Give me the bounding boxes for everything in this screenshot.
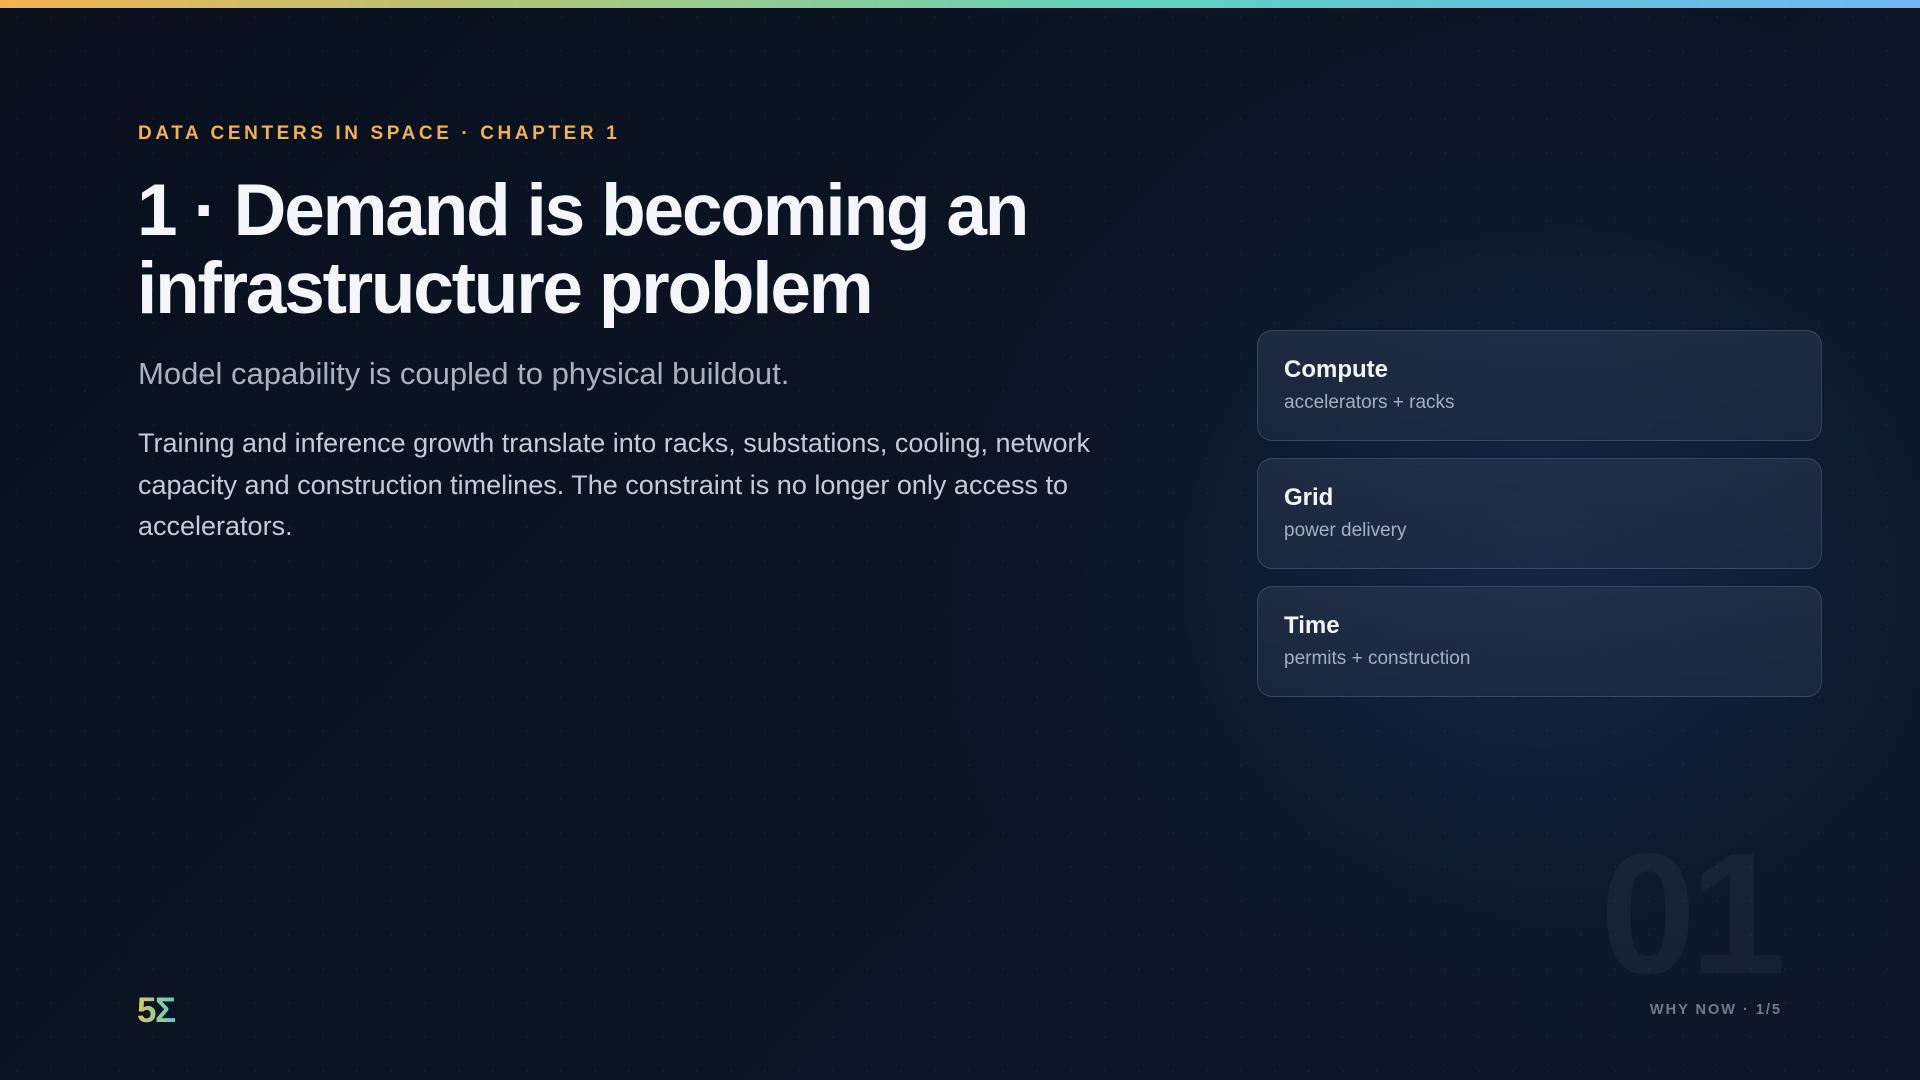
constraint-cards: Compute accelerators + racks Grid power … <box>1257 330 1822 714</box>
card-grid: Grid power delivery <box>1257 458 1822 569</box>
card-subtitle: permits + construction <box>1284 648 1471 669</box>
card-title: Time <box>1284 612 1340 639</box>
chapter-number-watermark: 01 <box>1600 818 1785 1010</box>
card-time: Time permits + construction <box>1257 586 1822 697</box>
card-subtitle: accelerators + racks <box>1284 392 1455 413</box>
card-compute: Compute accelerators + racks <box>1257 330 1822 441</box>
brand-logo-text: 5Σ <box>137 991 175 1029</box>
chapter-eyebrow: DATA CENTERS IN SPACE · CHAPTER 1 <box>138 123 621 144</box>
top-gradient-bar <box>0 0 1920 8</box>
card-title: Compute <box>1284 356 1388 383</box>
card-title: Grid <box>1284 484 1334 511</box>
slide-title-line-1: 1 · Demand is becoming an <box>137 170 1029 251</box>
slide-title: 1 · Demand is becoming an infrastructure… <box>137 172 1157 328</box>
brand-logo: 5Σ <box>137 991 176 1029</box>
slide-subtitle: Model capability is coupled to physical … <box>138 356 790 391</box>
slide-title-line-2: infrastructure problem <box>137 248 874 329</box>
slide-body-text: Training and inference growth translate … <box>138 428 1091 541</box>
slide: DATA CENTERS IN SPACE · CHAPTER 1 1 · De… <box>0 0 1920 1080</box>
page-indicator: WHY NOW · 1/5 <box>1649 1002 1782 1018</box>
card-subtitle: power delivery <box>1284 520 1407 541</box>
